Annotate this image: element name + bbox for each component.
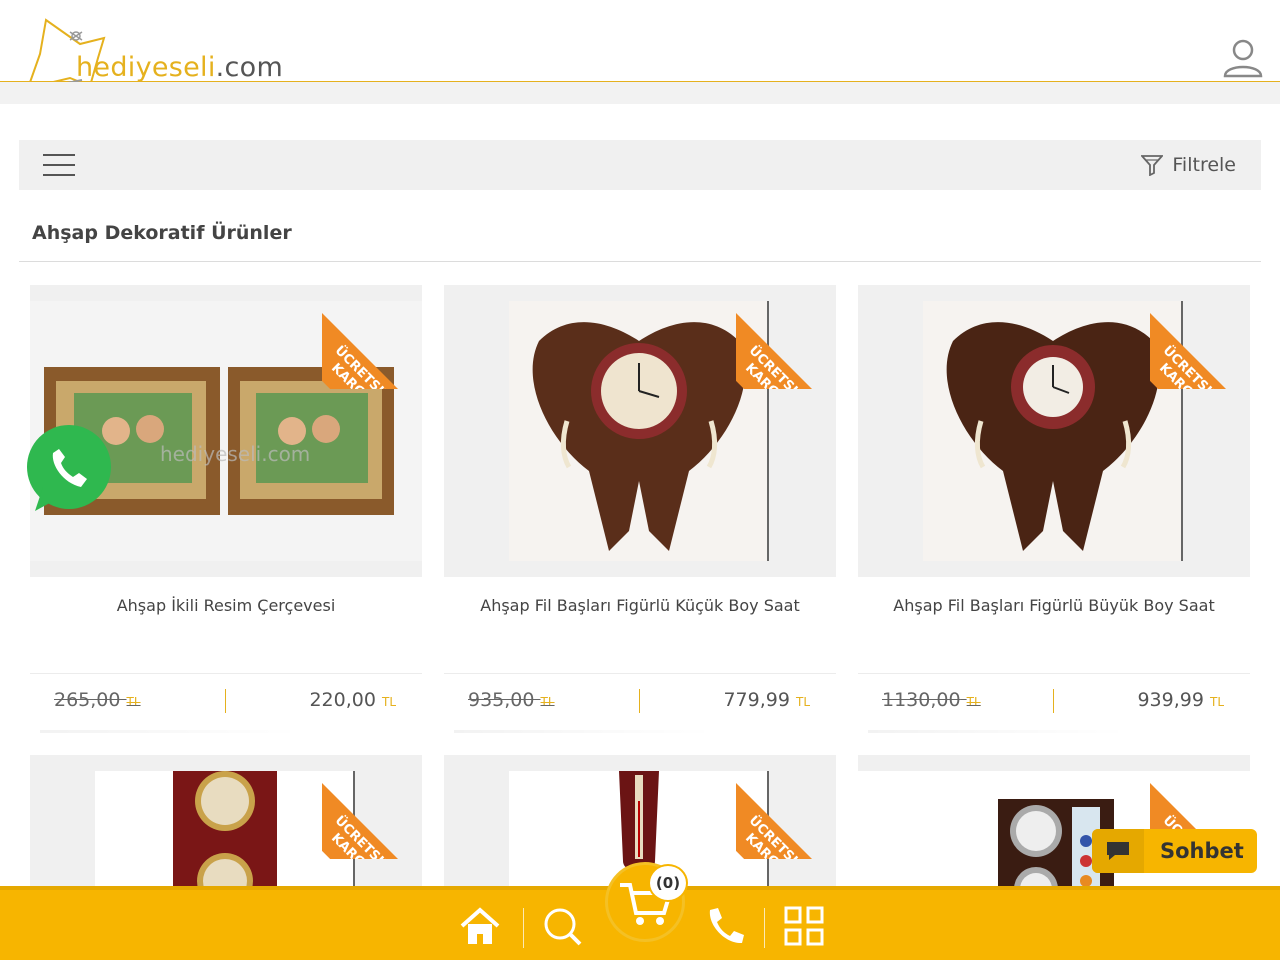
free-shipping-badge: ÜCRETSIZKARGO (1150, 285, 1250, 389)
elephant-clock-image (532, 301, 769, 561)
price-row: 1130,00 TL 939,99 TL (858, 687, 1250, 715)
category-toolbar: Filtrele (19, 140, 1261, 190)
chat-bubble-icon (1092, 829, 1144, 873)
old-price: 265,00 TL (54, 689, 141, 711)
filter-funnel-icon (1141, 155, 1164, 176)
logo-text: hediyeseli.com (76, 52, 283, 83)
filter-button[interactable]: Filtrele (1141, 151, 1236, 179)
filter-label: Filtrele (1172, 154, 1236, 176)
free-shipping-badge: ÜCRETSIZKARGO (322, 755, 422, 859)
price-row: 265,00 TL 220,00 TL (30, 687, 422, 715)
live-chat-button[interactable]: Sohbet (1092, 829, 1257, 873)
user-account-icon[interactable] (1222, 38, 1264, 78)
categories-grid-icon[interactable] (782, 904, 826, 948)
old-price: 935,00 TL (468, 689, 555, 711)
title-divider (19, 261, 1261, 262)
product-name[interactable]: Ahşap İkili Resim Çerçevesi (30, 596, 422, 615)
search-icon[interactable] (540, 904, 584, 948)
svg-text:hediyeseli.com: hediyeseli.com (160, 442, 310, 466)
product-image[interactable]: ÜCRETSIZKARGO (30, 755, 422, 895)
free-shipping-badge: ÜCRETSIZKARGO (736, 285, 836, 389)
cart-count-badge: (0) (648, 864, 688, 902)
header-band (0, 82, 1280, 104)
logo-domain: .com (215, 52, 284, 83)
old-price: 1130,00 TL (882, 689, 981, 711)
product-image[interactable]: ÜCRETSIZKARGO (444, 285, 836, 577)
site-header: hediyeseli.com (0, 0, 1280, 91)
free-shipping-badge: ÜCRETSIZKARGO (322, 285, 422, 389)
sale-price: 939,99 TL (1137, 689, 1224, 711)
product-card[interactable]: ÜCRETSIZ KARGO Ahşap Fil Başları Figürlü … (444, 285, 836, 733)
whatsapp-icon[interactable] (25, 425, 113, 513)
category-title: Ahşap Dekoratif Ürünler (32, 222, 292, 244)
free-shipping-badge: ÜCRETSIZKARGO (736, 755, 836, 859)
product-image[interactable]: ÜCRETSIZKARGO (858, 755, 1250, 895)
phone-icon[interactable] (702, 904, 746, 948)
chat-label: Sohbet (1160, 839, 1244, 863)
product-image[interactable]: ÜCRETSIZKARGO (858, 285, 1250, 577)
logo-brand: hediyeseli (76, 52, 216, 83)
product-card[interactable]: ÜCRETSIZKARGO (30, 755, 422, 895)
elephant-clock-large-image (946, 301, 1183, 561)
product-card[interactable]: ÜCRETSIZ KARGO Ahşap Fil Başları Figürlü … (858, 285, 1250, 733)
product-name[interactable]: Ahşap Fil Başları Figürlü Küçük Boy Saat (444, 596, 836, 615)
hamburger-menu-icon[interactable] (43, 154, 75, 176)
sale-price: 220,00 TL (309, 689, 396, 711)
home-icon[interactable] (458, 904, 502, 948)
product-name[interactable]: Ahşap Fil Başları Figürlü Büyük Boy Saat (858, 596, 1250, 615)
price-row: 935,00 TL 779,99 TL (444, 687, 836, 715)
product-card[interactable]: ÜCRETSIZKARGO (858, 755, 1250, 895)
barometer-image (173, 771, 355, 895)
sale-price: 779,99 TL (723, 689, 810, 711)
